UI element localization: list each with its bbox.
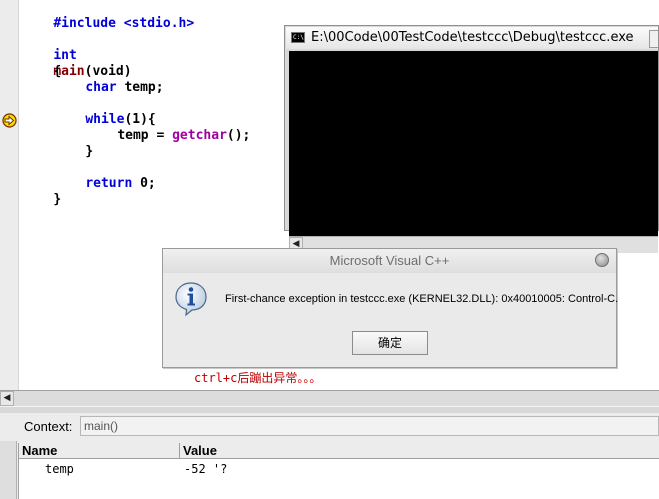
console-screen[interactable] [289,51,658,236]
exception-dialog: Microsoft Visual C++ First-chance except… [162,248,619,368]
column-header-name[interactable]: Name [19,443,180,459]
code-line-declaration[interactable]: char temp; [54,64,163,95]
annotation-text: ctrl+c后蹦出异常。。。 [194,371,322,385]
console-window[interactable]: C:\ E:\00Code\00TestCode\testccc\Debug\t… [284,25,659,253]
code-line-assignment[interactable]: temp = getchar(); [86,112,250,143]
context-combobox[interactable]: main() [80,416,659,436]
declaration-var: temp; [116,80,164,95]
variables-panel: Context: main() Name Value temp -52 '? [0,413,659,499]
context-label: Context: [24,419,73,434]
code-line-return[interactable]: return 0; [54,160,155,191]
variable-value-cell[interactable]: -52 '? [184,461,227,477]
ok-button[interactable]: 确定 [352,331,428,355]
keyword-char: char [85,80,117,95]
current-statement-arrow-icon [2,113,17,128]
context-bar: Context: main() [0,413,659,441]
variables-table: Name Value temp -52 '? [18,443,659,499]
variable-name-cell[interactable]: temp [45,461,74,477]
code-line-inner-close[interactable]: } [54,128,93,159]
keyword-return: return [85,176,133,191]
dialog-title: Microsoft Visual C++ [329,253,450,268]
function-getchar: getchar [172,128,227,143]
console-titlebar[interactable]: C:\ E:\00Code\00TestCode\testccc\Debug\t… [286,27,658,49]
dialog-titlebar[interactable]: Microsoft Visual C++ [163,249,616,273]
column-header-value[interactable]: Value [180,443,659,459]
assignment-lhs: temp = [117,128,173,143]
console-window-icon: C:\ [291,32,305,43]
code-line-while[interactable]: while(1){ [54,96,155,127]
code-line-brace-close[interactable]: } [22,176,61,207]
info-icon [175,282,207,317]
editor-horizontal-scrollbar[interactable]: ◀ [0,390,659,406]
scroll-left-button[interactable]: ◀ [0,391,14,406]
code-line-include[interactable]: #include <stdio.h> [22,0,194,31]
dialog-close-button[interactable] [595,253,609,267]
editor-gutter[interactable] [0,0,19,390]
code-line-main-signature[interactable]: int main(void) [22,32,131,79]
assignment-rest: (); [226,128,251,143]
brace-close: } [53,192,62,207]
watch-side-scrollbar[interactable] [0,441,17,499]
include-directive: #include <stdio.h> [53,16,195,31]
inner-brace-close: } [85,144,94,159]
console-title: E:\00Code\00TestCode\testccc\Debug\testc… [311,30,634,45]
return-value: 0; [132,176,156,191]
console-title-button[interactable] [649,30,658,48]
code-line-brace-open[interactable]: { [22,48,61,79]
dialog-message: First-chance exception in testccc.exe (K… [225,293,619,305]
